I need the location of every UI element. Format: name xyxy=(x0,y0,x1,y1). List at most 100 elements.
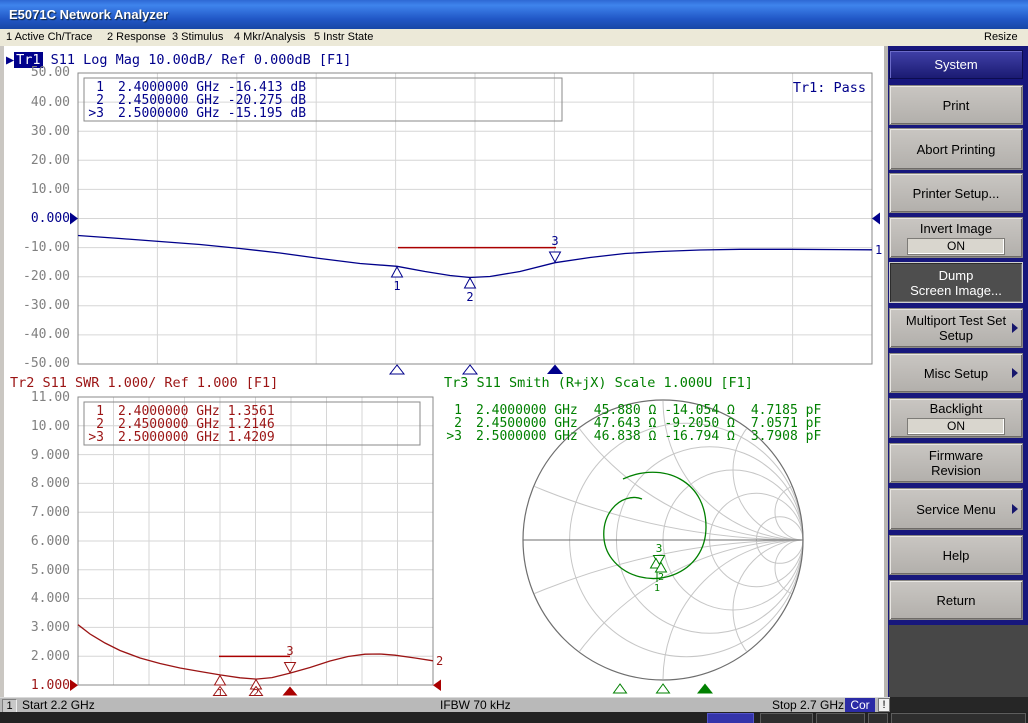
softkey-service-menu[interactable]: Service Menu xyxy=(889,488,1023,530)
tr1-ref-level-right-icon xyxy=(872,213,880,225)
softkey-dump-screen-image[interactable]: DumpScreen Image... xyxy=(889,262,1023,303)
tr2-axis-label: 4.000 xyxy=(10,591,70,606)
tr1-axis-label: -10.00 xyxy=(10,240,70,255)
tr1-stimulus-marker-3-icon xyxy=(547,365,563,375)
submenu-arrow-icon xyxy=(1012,504,1018,514)
tr2-stimulus-marker-3-icon xyxy=(283,687,298,696)
tr2-ref-level-right-icon xyxy=(433,680,441,692)
alert-badge: ! xyxy=(878,698,890,712)
softkey-menu-title: System xyxy=(889,50,1023,79)
tr1-axis-label: -20.00 xyxy=(10,269,70,284)
tr1-ref-axis-label: 0.000 xyxy=(10,211,70,226)
correction-badge: Cor xyxy=(845,698,875,712)
tr2-axis-label: 7.000 xyxy=(10,505,70,520)
tr2-header[interactable]: Tr2 S11 SWR 1.000/ Ref 1.000 [F1] xyxy=(10,375,278,391)
tr1-axis-label: 10.00 xyxy=(10,182,70,197)
softkey-firmware-revision[interactable]: FirmwareRevision xyxy=(889,443,1023,483)
tr1-marker-2[interactable] xyxy=(465,278,476,288)
submenu-arrow-icon xyxy=(1012,323,1018,333)
tr2-marker-1[interactable] xyxy=(215,676,226,686)
softkey-misc-setup[interactable]: Misc Setup xyxy=(889,353,1023,393)
tr3-marker-1-number: 1 xyxy=(654,583,660,594)
softkey-print[interactable]: Print xyxy=(889,85,1023,125)
tr1-axis-label: -40.00 xyxy=(10,327,70,342)
tr1-marker-1-number: 1 xyxy=(393,279,400,293)
tr1-axis-label: 30.00 xyxy=(10,124,70,139)
menu-stimulus[interactable]: 3 Stimulus xyxy=(172,29,223,46)
tr1-marker-1[interactable] xyxy=(392,267,403,277)
tr3-stimulus-marker-1-icon xyxy=(614,684,627,693)
softkey-printer-setup[interactable]: Printer Setup... xyxy=(889,173,1023,213)
clipped-cell xyxy=(760,713,813,723)
tr1-marker-2-number: 2 xyxy=(466,290,473,304)
tr1-marker-row: >32.5000000 GHz-15.195 dB xyxy=(88,107,306,120)
tr2-marker-row: >32.5000000 GHz1.4209 xyxy=(88,431,275,444)
tr1-axis-label: 20.00 xyxy=(10,153,70,168)
softkey-backlight[interactable]: BacklightON xyxy=(889,398,1023,438)
clipped-cell xyxy=(816,713,865,723)
stop-frequency: Stop 2.7 GHz xyxy=(772,698,844,712)
tr1-axis-label: 40.00 xyxy=(10,95,70,110)
softkey-abort-printing[interactable]: Abort Printing xyxy=(889,128,1023,170)
clipped-cell-highlight xyxy=(707,713,754,723)
tr2-trace-end-label: 2 xyxy=(436,654,443,668)
tr1-limit-status: Tr1: Pass xyxy=(733,80,866,96)
invert-image-state: ON xyxy=(907,238,1005,255)
tr2-ref-axis-label: 1.000 xyxy=(10,678,70,693)
tr1-ref-level-left-icon xyxy=(70,213,78,225)
tr1-stimulus-marker-1-icon xyxy=(390,365,404,374)
tr1-axis-label: -50.00 xyxy=(10,356,70,371)
tr2-axis-label: 11.00 xyxy=(10,390,70,405)
tr2-axis-label: 6.000 xyxy=(10,534,70,549)
tr1-marker-3[interactable] xyxy=(550,252,561,262)
tr2-axis-label: 8.000 xyxy=(10,476,70,491)
instrument-screen: E5071C Network Analyzer 1 Active Ch/Trac… xyxy=(0,0,1028,723)
tr1-trace-end-label: 1 xyxy=(875,243,882,257)
title-bar[interactable]: E5071C Network Analyzer xyxy=(0,0,1028,29)
submenu-arrow-icon xyxy=(1012,368,1018,378)
tr3-stimulus-marker-3-icon xyxy=(697,684,713,694)
window-title: E5071C Network Analyzer xyxy=(9,7,168,22)
clipped-bottom-row xyxy=(0,712,1028,723)
menu-bar: 1 Active Ch/Trace 2 Response 3 Stimulus … xyxy=(0,29,1028,46)
menu-resize[interactable]: Resize xyxy=(984,29,1018,46)
softkey-multiport-test-set-setup[interactable]: Multiport Test SetSetup xyxy=(889,308,1023,348)
tr2-axis-label: 3.000 xyxy=(10,620,70,635)
softkey-menu: System Print Abort Printing Printer Setu… xyxy=(884,46,1028,697)
tr3-marker-2-number: 2 xyxy=(658,572,664,583)
tr2-ref-level-left-icon xyxy=(70,680,78,692)
tr2-axis-label: 5.000 xyxy=(10,563,70,578)
softkey-menu-edge xyxy=(884,46,888,697)
window-edge xyxy=(0,46,4,712)
menu-instr-state[interactable]: 5 Instr State xyxy=(314,29,373,46)
menu-active-ch-trace[interactable]: 1 Active Ch/Trace xyxy=(6,29,92,46)
tr2-marker-3-number: 3 xyxy=(286,644,293,658)
tr3-stimulus-marker-2-icon xyxy=(657,684,670,693)
channel-number: 1 xyxy=(2,699,17,713)
tr1-stimulus-marker-2-icon xyxy=(463,365,477,374)
tr2-marker-2-number: 2 xyxy=(253,688,259,697)
softkey-return[interactable]: Return xyxy=(889,580,1023,620)
softkey-empty-panel xyxy=(889,625,1028,697)
softkey-help[interactable]: Help xyxy=(889,535,1023,575)
tr2-marker-1-number: 1 xyxy=(217,688,223,697)
status-bar: 1 Start 2.2 GHz IFBW 70 kHz Stop 2.7 GHz… xyxy=(0,697,890,712)
tr1-axis-label: 50.00 xyxy=(10,65,70,80)
plots-canvas: 1 2 3 1 3 2 1 2 xyxy=(0,46,884,697)
clipped-cell xyxy=(891,713,1026,723)
tr3-marker-row: >32.5000000 GHz46.838 Ω-16.794 Ω3.7908 p… xyxy=(446,430,821,443)
tr3-header[interactable]: Tr3 S11 Smith (R+jX) Scale 1.000U [F1] xyxy=(444,375,753,391)
tr2-marker-3[interactable] xyxy=(285,663,296,673)
softkey-invert-image[interactable]: Invert ImageON xyxy=(889,217,1023,258)
status-bar-right-gap xyxy=(890,697,1028,712)
tr1-marker-3-number: 3 xyxy=(551,234,558,248)
tr3-marker-3-number: 3 xyxy=(656,542,663,555)
backlight-state: ON xyxy=(907,418,1005,435)
tr2-axis-label: 2.000 xyxy=(10,649,70,664)
ifbw-readout: IFBW 70 kHz xyxy=(440,698,511,712)
menu-response[interactable]: 2 Response xyxy=(107,29,166,46)
tr1-descriptor: S11 Log Mag 10.00dB/ Ref 0.000dB [F1] xyxy=(43,52,352,68)
tr2-axis-label: 10.00 xyxy=(10,419,70,434)
menu-mkr-analysis[interactable]: 4 Mkr/Analysis xyxy=(234,29,306,46)
clipped-cell xyxy=(868,713,888,723)
